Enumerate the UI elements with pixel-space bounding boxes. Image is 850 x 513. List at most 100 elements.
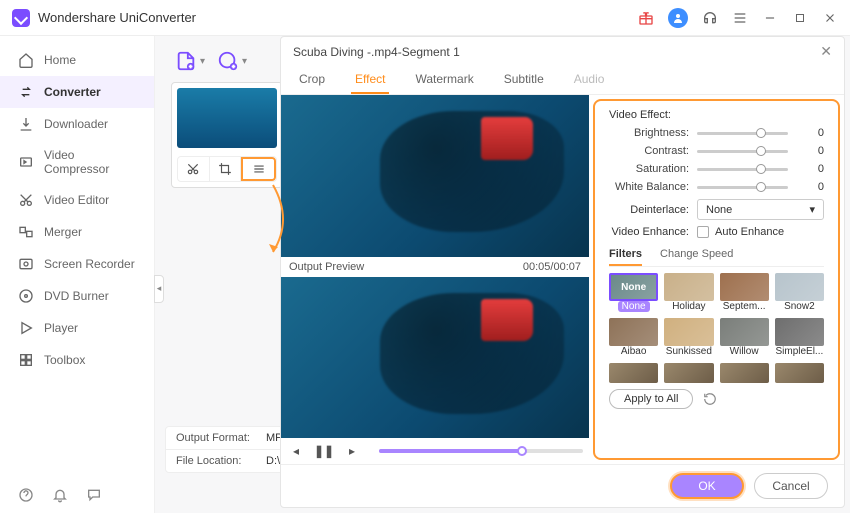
ok-button[interactable]: OK (670, 473, 744, 499)
prev-frame-button[interactable]: ◂ (287, 442, 305, 460)
app-logo (12, 9, 30, 27)
sidebar-item-label: Toolbox (44, 353, 85, 367)
video-enhance-label: Video Enhance: (609, 226, 689, 238)
filter-simpleel[interactable]: SimpleEl... (775, 318, 824, 357)
player-icon (18, 320, 34, 336)
add-file-button[interactable]: ▾ (175, 50, 197, 72)
deinterlace-select[interactable]: None▾ (697, 199, 824, 220)
reset-icon[interactable] (703, 392, 717, 406)
sidebar-item-label: Converter (44, 85, 101, 99)
sidebar-item-player[interactable]: Player (0, 312, 154, 344)
tab-crop[interactable]: Crop (295, 66, 329, 94)
filter-holiday[interactable]: Holiday (664, 273, 713, 312)
filter-more-0[interactable] (609, 363, 658, 383)
filter-snow2[interactable]: Snow2 (775, 273, 824, 312)
slider-saturation[interactable] (697, 168, 788, 171)
auto-enhance-checkbox[interactable] (697, 226, 709, 238)
sidebar-item-video-compressor[interactable]: Video Compressor (0, 140, 154, 184)
output-preview (281, 277, 589, 439)
recorder-icon (18, 256, 34, 272)
sidebar-item-label: Merger (44, 225, 82, 239)
filter-none[interactable]: NoneNone (609, 273, 658, 312)
slider-label-2: Saturation: (609, 163, 689, 175)
sidebar-item-label: Screen Recorder (44, 257, 135, 271)
slider-brightness[interactable] (697, 132, 788, 135)
dvd-icon (18, 288, 34, 304)
bell-icon[interactable] (52, 487, 68, 503)
close-icon[interactable] (822, 10, 838, 26)
sidebar-item-video-editor[interactable]: Video Editor (0, 184, 154, 216)
slider-value-0: 0 (788, 127, 824, 139)
auto-enhance-label: Auto Enhance (715, 226, 784, 238)
filter-aibao[interactable]: Aibao (609, 318, 658, 357)
editor-icon (18, 192, 34, 208)
effects-menu-icon[interactable] (241, 157, 276, 181)
download-icon (18, 116, 34, 132)
sidebar-item-label: Player (44, 321, 78, 335)
sub-tab-filters[interactable]: Filters (609, 244, 642, 266)
sidebar-item-screen-recorder[interactable]: Screen Recorder (0, 248, 154, 280)
toolbox-icon (18, 352, 34, 368)
compress-icon (18, 154, 34, 170)
sidebar-item-converter[interactable]: Converter (0, 76, 154, 108)
maximize-icon[interactable] (792, 10, 808, 26)
tab-subtitle[interactable]: Subtitle (500, 66, 548, 94)
video-effect-title: Video Effect: (609, 109, 824, 121)
convert-icon (18, 84, 34, 100)
slider-value-1: 0 (788, 145, 824, 157)
crop-icon[interactable] (210, 157, 242, 181)
modal-close-icon[interactable]: ✕ (820, 43, 832, 60)
sidebar-item-merger[interactable]: Merger (0, 216, 154, 248)
support-icon[interactable] (702, 10, 718, 26)
sidebar-item-downloader[interactable]: Downloader (0, 108, 154, 140)
trim-icon[interactable] (178, 157, 210, 181)
source-preview (281, 95, 589, 257)
filter-more-2[interactable] (720, 363, 769, 383)
sidebar-item-label: DVD Burner (44, 289, 109, 303)
add-folder-button[interactable]: ▾ (217, 50, 239, 72)
sidebar-item-label: Downloader (44, 117, 108, 131)
filter-willow[interactable]: Willow (720, 318, 769, 357)
home-icon (18, 52, 34, 68)
slider-label-3: White Balance: (609, 181, 689, 193)
next-frame-button[interactable]: ▸ (343, 442, 361, 460)
filter-sunkissed[interactable]: Sunkissed (664, 318, 713, 357)
sidebar: Home Converter Downloader Video Compressor V… (0, 36, 155, 513)
chevron-down-icon: ▾ (809, 203, 815, 216)
gift-icon[interactable] (638, 10, 654, 26)
progress-slider[interactable] (379, 449, 583, 453)
sidebar-item-label: Video Compressor (44, 148, 136, 176)
slider-white-balance[interactable] (697, 186, 788, 189)
slider-label-0: Brightness: (609, 127, 689, 139)
sidebar-item-dvd-burner[interactable]: DVD Burner (0, 280, 154, 312)
merger-icon (18, 224, 34, 240)
sidebar-item-toolbox[interactable]: Toolbox (0, 344, 154, 376)
pause-button[interactable]: ❚❚ (315, 442, 333, 460)
cancel-button[interactable]: Cancel (754, 473, 828, 499)
minimize-icon[interactable] (762, 10, 778, 26)
filter-more-3[interactable] (775, 363, 824, 383)
sidebar-item-home[interactable]: Home (0, 44, 154, 76)
clip-thumbnail[interactable] (171, 82, 283, 188)
collapse-handle[interactable]: ◂ (154, 275, 164, 303)
sidebar-item-label: Video Editor (44, 193, 109, 207)
effect-modal: Scuba Diving -.mp4-Segment 1 ✕ CropEffec… (280, 36, 845, 508)
tab-watermark[interactable]: Watermark (411, 66, 477, 94)
playback-time: 00:05/00:07 (523, 261, 581, 273)
slider-label-1: Contrast: (609, 145, 689, 157)
filter-more-1[interactable] (664, 363, 713, 383)
filter-septem[interactable]: Septem... (720, 273, 769, 312)
apply-to-all-button[interactable]: Apply to All (609, 389, 693, 409)
slider-value-2: 0 (788, 163, 824, 175)
app-title: Wondershare UniConverter (38, 10, 196, 25)
tab-effect[interactable]: Effect (351, 66, 389, 94)
tab-audio: Audio (570, 66, 609, 94)
deinterlace-label: Deinterlace: (609, 204, 689, 216)
feedback-icon[interactable] (86, 487, 102, 503)
file-location-label: File Location: (176, 455, 266, 467)
slider-contrast[interactable] (697, 150, 788, 153)
help-icon[interactable] (18, 487, 34, 503)
sub-tab-change-speed[interactable]: Change Speed (660, 244, 733, 266)
menu-icon[interactable] (732, 10, 748, 26)
user-avatar-icon[interactable] (668, 8, 688, 28)
